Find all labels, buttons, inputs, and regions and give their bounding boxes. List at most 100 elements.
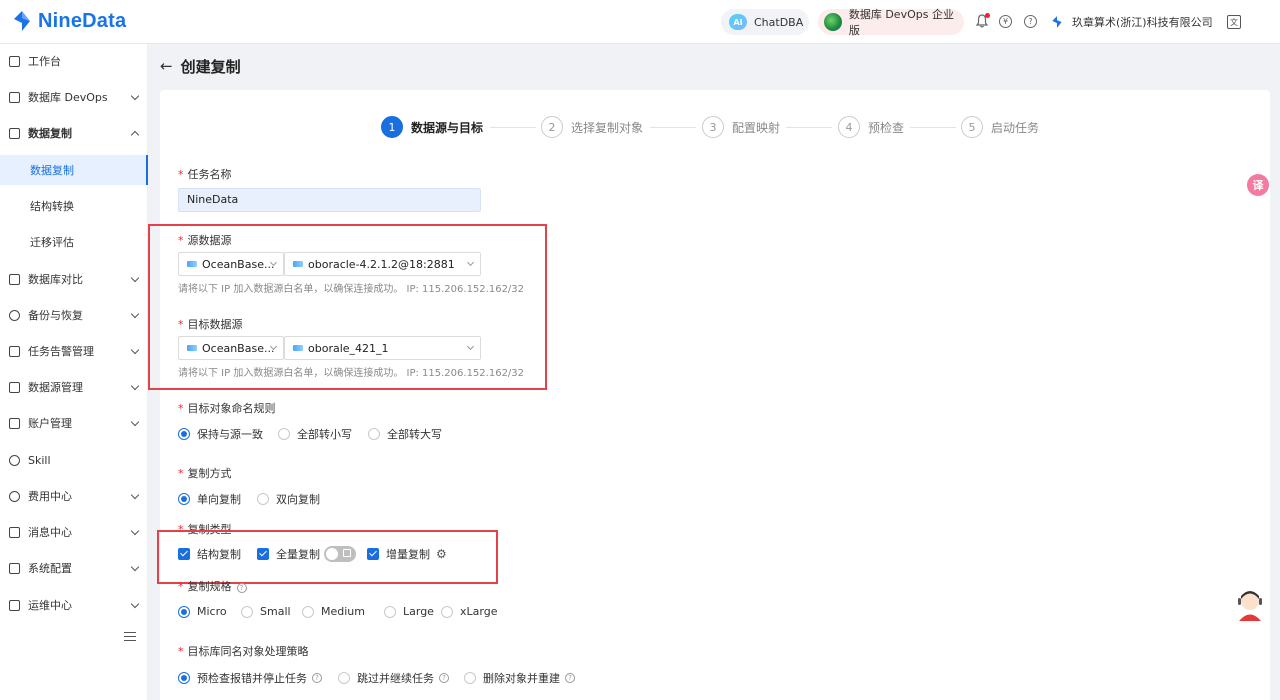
- org-switcher[interactable]: 玖章算术(浙江)科技有限公司: [1050, 14, 1213, 30]
- radio-checked-icon: [178, 672, 190, 684]
- devops-edition-button[interactable]: 数据库 DevOps 企业版: [818, 8, 964, 37]
- top-header: NineData AI ChatDBA 数据库 DevOps 企业版 ¥ ? 玖…: [0, 0, 1280, 44]
- sidebar-item-label: 数据库对比: [28, 273, 83, 286]
- sidebar-item-skill[interactable]: Skill: [0, 445, 148, 475]
- sidebar-item-label: 数据复制: [30, 164, 74, 177]
- chevron-down-icon: [130, 273, 140, 283]
- translate-icon[interactable]: 译: [1247, 174, 1269, 196]
- sidebar-item-billing[interactable]: 费用中心: [0, 481, 148, 511]
- collapse-menu-icon[interactable]: [124, 632, 136, 642]
- sidebar-item-replication[interactable]: 数据复制: [0, 118, 148, 148]
- chatdba-button[interactable]: AI ChatDBA: [721, 9, 809, 35]
- task-name-input[interactable]: NineData: [178, 188, 481, 212]
- sidebar-item-devops[interactable]: 数据库 DevOps: [0, 82, 148, 112]
- spec-option-xlarge[interactable]: xLarge: [441, 605, 497, 618]
- step-label: 预检查: [868, 120, 905, 135]
- step-label: 选择复制对象: [571, 120, 644, 135]
- method-option-twoway[interactable]: 双向复制: [257, 491, 320, 507]
- step-number: 4: [838, 116, 860, 138]
- sidebar-item-label: 数据源管理: [28, 381, 83, 394]
- spec-option-micro[interactable]: Micro: [178, 605, 241, 618]
- sidebar-item-alarm[interactable]: 任务告警管理: [0, 336, 148, 366]
- support-avatar-icon[interactable]: [1234, 588, 1266, 622]
- conflict-option-rebuild[interactable]: 删除对象并重建?: [464, 670, 575, 686]
- brand-name: NineData: [38, 9, 127, 32]
- sidebar-item-account[interactable]: 账户管理: [0, 408, 148, 438]
- option-label: 全部转小写: [297, 428, 352, 441]
- logo[interactable]: NineData: [10, 9, 126, 33]
- sidebar-item-label: 工作台: [28, 55, 61, 68]
- method-radio-group: 单向复制 双向复制: [178, 491, 320, 507]
- radio-unchecked-icon: [278, 428, 290, 440]
- mail-icon: [9, 526, 20, 538]
- step-label: 数据源与目标: [411, 120, 484, 135]
- radio-unchecked-icon: [384, 605, 396, 618]
- sidebar-item-label: 数据库 DevOps: [28, 91, 108, 104]
- spec-option-medium[interactable]: Medium: [302, 605, 384, 618]
- help-icon[interactable]: ?: [439, 673, 449, 683]
- option-label: 双向复制: [276, 493, 320, 506]
- wrench-icon: [9, 599, 20, 611]
- required-mark: *: [178, 402, 184, 415]
- chevron-down-icon: [130, 381, 140, 391]
- sidebar-item-compare[interactable]: 数据库对比: [0, 264, 148, 294]
- option-label: Small: [260, 605, 291, 618]
- back-arrow-icon[interactable]: ←: [160, 57, 173, 75]
- option-label: Micro: [197, 605, 227, 618]
- conflict-option-stop[interactable]: 预检查报错并停止任务?: [178, 670, 338, 686]
- page-header: ← 创建复制: [148, 44, 1280, 88]
- option-label: Medium: [321, 605, 365, 618]
- help-icon[interactable]: ?: [1024, 15, 1037, 28]
- radio-unchecked-icon: [257, 493, 269, 505]
- cloud-icon: [9, 309, 20, 321]
- required-mark: *: [178, 467, 184, 480]
- naming-option-upper[interactable]: 全部转大写: [368, 426, 442, 442]
- conflict-option-skip[interactable]: 跳过并继续任务?: [338, 670, 464, 686]
- method-option-oneway[interactable]: 单向复制: [178, 491, 257, 507]
- sidebar-subitem-migration-eval[interactable]: 迁移评估: [0, 227, 148, 257]
- label-text: 任务名称: [187, 168, 232, 181]
- help-icon[interactable]: ?: [312, 673, 322, 683]
- option-label: 跳过并继续任务: [357, 672, 434, 685]
- step-number: 2: [541, 116, 563, 138]
- yen-icon[interactable]: ¥: [999, 15, 1012, 28]
- step-number: 5: [961, 116, 983, 138]
- sidebar-item-label: Skill: [28, 453, 51, 467]
- label-text: 复制方式: [187, 467, 232, 480]
- radio-unchecked-icon: [302, 605, 314, 618]
- sidebar-item-backup[interactable]: 备份与恢复: [0, 300, 148, 330]
- main-content: ← 创建复制 1 数据源与目标 2 选择复制对象 3 配置映射 4 预检查 5 …: [148, 44, 1280, 700]
- radio-checked-icon: [178, 428, 190, 440]
- ninedata-logo-icon: [14, 11, 30, 31]
- sidebar-item-label: 任务告警管理: [28, 345, 94, 358]
- sidebar-subitem-schema-convert[interactable]: 结构转换: [0, 191, 148, 221]
- chevron-up-icon: [130, 130, 140, 140]
- spec-option-large[interactable]: Large: [384, 605, 441, 618]
- step-connector: [786, 127, 832, 128]
- sidebar-item-messages[interactable]: 消息中心: [0, 517, 148, 547]
- help-icon[interactable]: ?: [565, 673, 575, 683]
- help-icon[interactable]: ?: [236, 583, 247, 593]
- sidebar-item-ops-center[interactable]: 运维中心: [0, 590, 148, 620]
- sidebar-subitem-replication[interactable]: 数据复制: [0, 155, 148, 185]
- datasource-icon: [9, 381, 20, 393]
- alarm-icon: [9, 345, 20, 357]
- sidebar: 工作台 数据库 DevOps 数据复制 数据复制 结构转换 迁移评估 数据库对比…: [0, 44, 148, 700]
- naming-rule-label: * 目标对象命名规则: [178, 400, 276, 416]
- sidebar-item-system-config[interactable]: 系统配置: [0, 553, 148, 583]
- chevron-down-icon: [130, 91, 140, 101]
- sidebar-item-workbench[interactable]: 工作台: [0, 46, 148, 76]
- naming-option-lower[interactable]: 全部转小写: [278, 426, 368, 442]
- radio-unchecked-icon: [464, 672, 476, 684]
- sidebar-item-label: 结构转换: [30, 200, 74, 213]
- radio-checked-icon: [178, 493, 190, 505]
- step-label: 启动任务: [991, 120, 1040, 135]
- language-icon[interactable]: 文: [1227, 15, 1241, 29]
- naming-option-keep[interactable]: 保持与源一致: [178, 426, 278, 442]
- sidebar-item-datasource[interactable]: 数据源管理: [0, 372, 148, 402]
- spec-option-small[interactable]: Small: [241, 605, 302, 618]
- required-mark: *: [178, 645, 184, 658]
- sidebar-item-label: 运维中心: [28, 599, 72, 612]
- sidebar-item-label: 系统配置: [28, 562, 72, 575]
- grid-icon: [9, 562, 20, 574]
